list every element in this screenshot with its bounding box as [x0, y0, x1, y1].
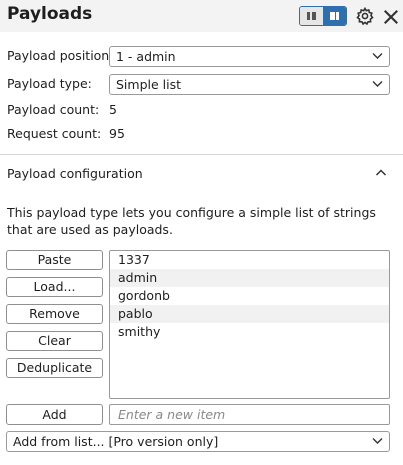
layout-toggle[interactable]: [299, 6, 347, 26]
list-item[interactable]: pablo: [110, 305, 389, 323]
new-item-field[interactable]: [109, 404, 390, 425]
panel-title: Payloads: [7, 4, 93, 24]
request-count-value: 95: [109, 126, 125, 141]
add-button[interactable]: Add: [6, 404, 103, 425]
new-item-input[interactable]: [110, 405, 389, 424]
deduplicate-button[interactable]: Deduplicate: [6, 358, 103, 378]
close-icon[interactable]: [381, 7, 401, 27]
remove-button[interactable]: Remove: [6, 304, 103, 324]
clear-button[interactable]: Clear: [6, 331, 103, 351]
gear-icon[interactable]: [355, 6, 375, 26]
payload-count-value: 5: [109, 102, 117, 117]
split-layout-icon: [330, 12, 339, 20]
payload-description: This payload type lets you configure a s…: [7, 205, 376, 237]
payload-position-label: Payload position:: [7, 48, 114, 63]
chevron-up-icon[interactable]: [375, 168, 387, 177]
list-item[interactable]: smithy: [110, 323, 389, 341]
payload-type-value: Simple list: [116, 77, 182, 92]
panel-header: Payloads: [0, 0, 403, 32]
list-item[interactable]: gordonb: [110, 287, 389, 305]
payload-type-label: Payload type:: [7, 76, 92, 91]
payload-count-label: Payload count:: [7, 102, 100, 117]
layout-toggle-left[interactable]: [300, 7, 323, 25]
list-item[interactable]: admin: [110, 269, 389, 287]
chevron-down-icon: [372, 53, 383, 59]
section-divider: [0, 154, 403, 155]
list-item[interactable]: 1337: [110, 251, 389, 269]
payload-list[interactable]: 1337 admin gordonb pablo smithy: [109, 250, 390, 399]
layout-toggle-right[interactable]: [323, 7, 346, 25]
paste-button[interactable]: Paste: [6, 250, 103, 270]
add-from-list-value: Add from list... [Pro version only]: [13, 434, 219, 449]
list-layout-icon: [307, 12, 316, 20]
payload-position-value: 1 - admin: [116, 49, 176, 64]
add-from-list-select[interactable]: Add from list... [Pro version only]: [6, 431, 390, 452]
chevron-down-icon: [372, 81, 383, 87]
payload-configuration-title: Payload configuration: [7, 166, 143, 181]
payload-type-select[interactable]: Simple list: [109, 74, 390, 95]
payload-position-select[interactable]: 1 - admin: [109, 46, 390, 67]
chevron-down-icon: [372, 438, 383, 444]
load-button[interactable]: Load...: [6, 277, 103, 297]
request-count-label: Request count:: [7, 126, 102, 141]
